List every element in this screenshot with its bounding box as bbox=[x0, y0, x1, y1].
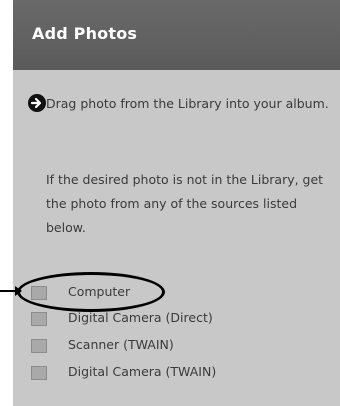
source-digital-camera-direct[interactable]: Digital Camera (Direct) bbox=[0, 306, 340, 332]
arrow-right-icon bbox=[28, 94, 46, 112]
instruction-drag: Drag photo from the Library into your al… bbox=[46, 96, 329, 111]
source-digital-camera-twain-label: Digital Camera (TWAIN) bbox=[68, 364, 217, 379]
source-scanner-twain-label: Scanner (TWAIN) bbox=[68, 337, 174, 352]
callout-arrow bbox=[0, 286, 22, 296]
source-scanner-twain[interactable]: Scanner (TWAIN) bbox=[0, 333, 340, 359]
instruction-sources: If the desired photo is not in the Libra… bbox=[46, 172, 324, 235]
source-digital-camera-twain[interactable]: Digital Camera (TWAIN) bbox=[0, 360, 340, 386]
source-digital-camera-twain-checkbox[interactable] bbox=[31, 366, 47, 380]
highlight-ellipse bbox=[17, 272, 165, 312]
source-digital-camera-direct-checkbox[interactable] bbox=[31, 312, 47, 326]
source-scanner-twain-checkbox[interactable] bbox=[31, 339, 47, 353]
panel-title: Add Photos bbox=[32, 24, 138, 43]
source-digital-camera-direct-label: Digital Camera (Direct) bbox=[68, 310, 213, 325]
panel-header: Add Photos bbox=[13, 0, 340, 70]
